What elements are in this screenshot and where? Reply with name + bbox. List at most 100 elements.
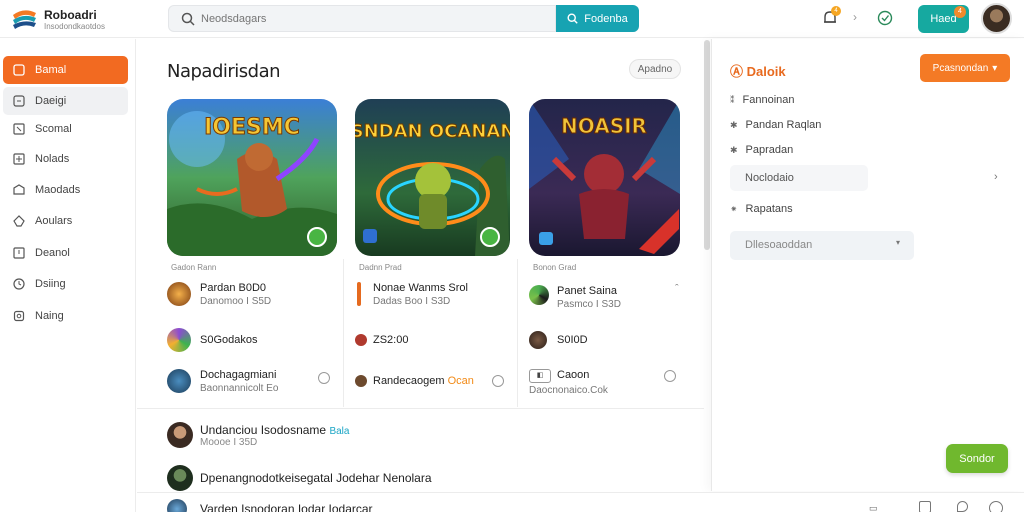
search-icon xyxy=(181,12,195,26)
game-card[interactable]: IOESMC Gadon Rann Pardan B0D0 Danomoo I … xyxy=(167,99,337,409)
main-content: Napadirisdan Apadno IOESMC Gadon Rann Pa… xyxy=(137,39,704,512)
panel-item[interactable]: ⁑ Fannoinan xyxy=(730,94,795,106)
stat-avatar xyxy=(355,334,367,346)
panel-item-label: Pandan Raqlan xyxy=(745,119,822,131)
card-art-title: SNDAN OCANAN xyxy=(355,121,510,142)
panel-button-label: Pcasnondan xyxy=(932,62,989,74)
grid-icon xyxy=(13,95,25,107)
filter-chip[interactable]: Apadno xyxy=(629,59,681,79)
square-icon xyxy=(13,123,25,135)
top-action-badge: 4 xyxy=(954,6,966,18)
panel-title: Ⓐ Daloik xyxy=(730,61,786,80)
sidebar-item-5[interactable]: Aoulars xyxy=(3,207,128,235)
sidebar-item-label: Dsiing xyxy=(35,278,66,290)
activity-title: Dochagagmiani xyxy=(200,369,277,381)
panel-item[interactable]: ⁕ Rapatans xyxy=(730,203,793,215)
feed-tag: Bala xyxy=(329,426,350,437)
brand-name: Roboadri xyxy=(44,8,97,22)
activity-title: Randecaogem Ocan xyxy=(373,375,474,387)
sidebar-item-2[interactable]: Scomal xyxy=(3,115,128,143)
section-divider xyxy=(137,408,704,409)
chevron-right-icon[interactable]: › xyxy=(994,171,998,183)
settings-icon[interactable] xyxy=(664,370,676,382)
activity-avatar xyxy=(167,369,191,393)
stat-text: S0I0D xyxy=(557,334,588,346)
sidebar-item-1[interactable]: Daeigi xyxy=(3,87,128,115)
search-input[interactable] xyxy=(201,10,541,28)
panel-dropdown-button[interactable]: Pcasnondan ▾ xyxy=(920,54,1010,82)
user-avatar[interactable] xyxy=(981,3,1012,34)
creator-name: Nonae Wanms Srol xyxy=(373,282,468,294)
sidebar-item-8[interactable]: Naing xyxy=(3,302,128,330)
panel-item[interactable]: ✱ Papradan xyxy=(730,144,793,156)
side-panel: Ⓐ Daloik Pcasnondan ▾ ⁑ Fannoinan ✱ Pand… xyxy=(711,39,1024,491)
card-activity-row[interactable]: Randecaogem Ocan xyxy=(355,369,525,395)
sidebar-item-label: Naing xyxy=(35,310,64,322)
feed-avatar xyxy=(167,465,193,491)
shield-check-icon[interactable] xyxy=(876,9,894,27)
panel-input-box[interactable]: Noclodaio xyxy=(730,165,868,191)
comment-icon[interactable]: ▭ xyxy=(869,503,878,512)
activity-sub: Daocnonaico.Cok xyxy=(529,385,608,396)
feed-title-text: Undanciou Isodosname xyxy=(200,423,327,437)
sidebar-item-label: Maodads xyxy=(35,184,81,196)
sidebar-item-0[interactable]: Bamal xyxy=(3,56,128,84)
feed-item[interactable]: Dpenangnodotkeisegatal Jodehar Nenolara xyxy=(167,465,687,491)
help-icon[interactable] xyxy=(989,501,1003,512)
brand-logo-icon[interactable] xyxy=(10,5,38,33)
feed-avatar xyxy=(167,422,193,448)
creator-sub: Dadas Boo I S3D xyxy=(373,296,451,307)
stat-avatar xyxy=(167,328,191,352)
feed-avatar xyxy=(167,499,187,512)
game-card[interactable]: SNDAN OCANAN Dadnn Prad Nonae Wanms Srol… xyxy=(355,99,524,409)
game-card-image[interactable]: IOESMC xyxy=(167,99,337,256)
sidebar-item-label: Bamal xyxy=(35,64,67,76)
scrollbar[interactable] xyxy=(704,40,710,250)
card-activity-row[interactable]: ◧ Caoon Daocnonaico.Cok xyxy=(529,369,699,396)
creator-avatar xyxy=(167,282,191,306)
edit-icon[interactable] xyxy=(957,501,968,512)
game-card[interactable]: NOASIR Bonon Grad Panet Saina Pasmco I S… xyxy=(529,99,698,409)
panel-title-icon: Ⓐ xyxy=(730,64,744,79)
game-card-image[interactable]: NOASIR xyxy=(529,99,680,256)
stat-avatar xyxy=(529,331,547,349)
panel-item-label: Fannoinan xyxy=(742,94,795,106)
panel-item[interactable]: ✱ Pandan Raqlan xyxy=(730,119,821,131)
card-creator-row[interactable]: Panet Saina Pasmco I S3D ˆ xyxy=(529,283,699,311)
chevron-up-icon[interactable]: ˆ xyxy=(675,283,679,295)
feed-title[interactable]: Varden Isnodoran Iodar Iodarcar xyxy=(200,502,373,512)
floating-action-button[interactable]: Sondor xyxy=(946,444,1008,473)
sidebar-item-3[interactable]: Nolads xyxy=(3,145,128,173)
home-icon xyxy=(13,64,25,76)
settings-icon[interactable] xyxy=(492,375,504,387)
card-stat-row: ZS2:00 xyxy=(355,328,525,354)
card-activity-row[interactable]: Dochagagmiani Baonnannicolt Eo xyxy=(167,369,337,395)
sidebar-item-label: Scomal xyxy=(35,123,72,135)
toggle-icon[interactable]: ◧ xyxy=(529,369,551,383)
feed-sub: Moooe I 35D xyxy=(200,437,258,448)
chevron-down-icon: ▾ xyxy=(896,238,901,247)
settings-icon[interactable] xyxy=(318,372,330,384)
top-bar: Roboadri Insodondkaotdos Fodenba 4 › Hae… xyxy=(0,0,1024,38)
sidebar-item-7[interactable]: Dsiing xyxy=(3,270,128,298)
feed-item[interactable]: Undanciou Isodosname Bala Moooe I 35D xyxy=(167,422,687,448)
card-creator-row[interactable]: Pardan B0D0 Danomoo I S5D xyxy=(167,282,337,308)
creator-avatar xyxy=(357,282,361,306)
creator-avatar xyxy=(529,285,549,305)
panel-select[interactable]: Dllesoaoddan xyxy=(730,231,914,260)
square-icon[interactable] xyxy=(919,501,931,512)
search-button[interactable]: Fodenba xyxy=(556,5,639,32)
dot-icon: ⁕ xyxy=(730,203,738,214)
clock-icon xyxy=(13,278,25,290)
card-creator-row[interactable]: Nonae Wanms Srol Dadas Boo I S3D xyxy=(355,282,525,308)
card-meta: Gadon Rann xyxy=(171,263,217,272)
brand-subtitle: Insodondkaotdos xyxy=(44,22,105,31)
chevron-right-icon[interactable]: › xyxy=(853,10,871,28)
game-card-image[interactable]: SNDAN OCANAN xyxy=(355,99,510,256)
sidebar: Bamal Daeigi Scomal Nolads Maodads Aoula… xyxy=(0,39,136,512)
card-meta: Dadnn Prad xyxy=(359,263,402,272)
creator-name: Panet Saina xyxy=(557,285,617,297)
lock-icon xyxy=(13,310,25,322)
sidebar-item-4[interactable]: Maodads xyxy=(3,176,128,204)
sidebar-item-6[interactable]: Deanol xyxy=(3,239,128,267)
